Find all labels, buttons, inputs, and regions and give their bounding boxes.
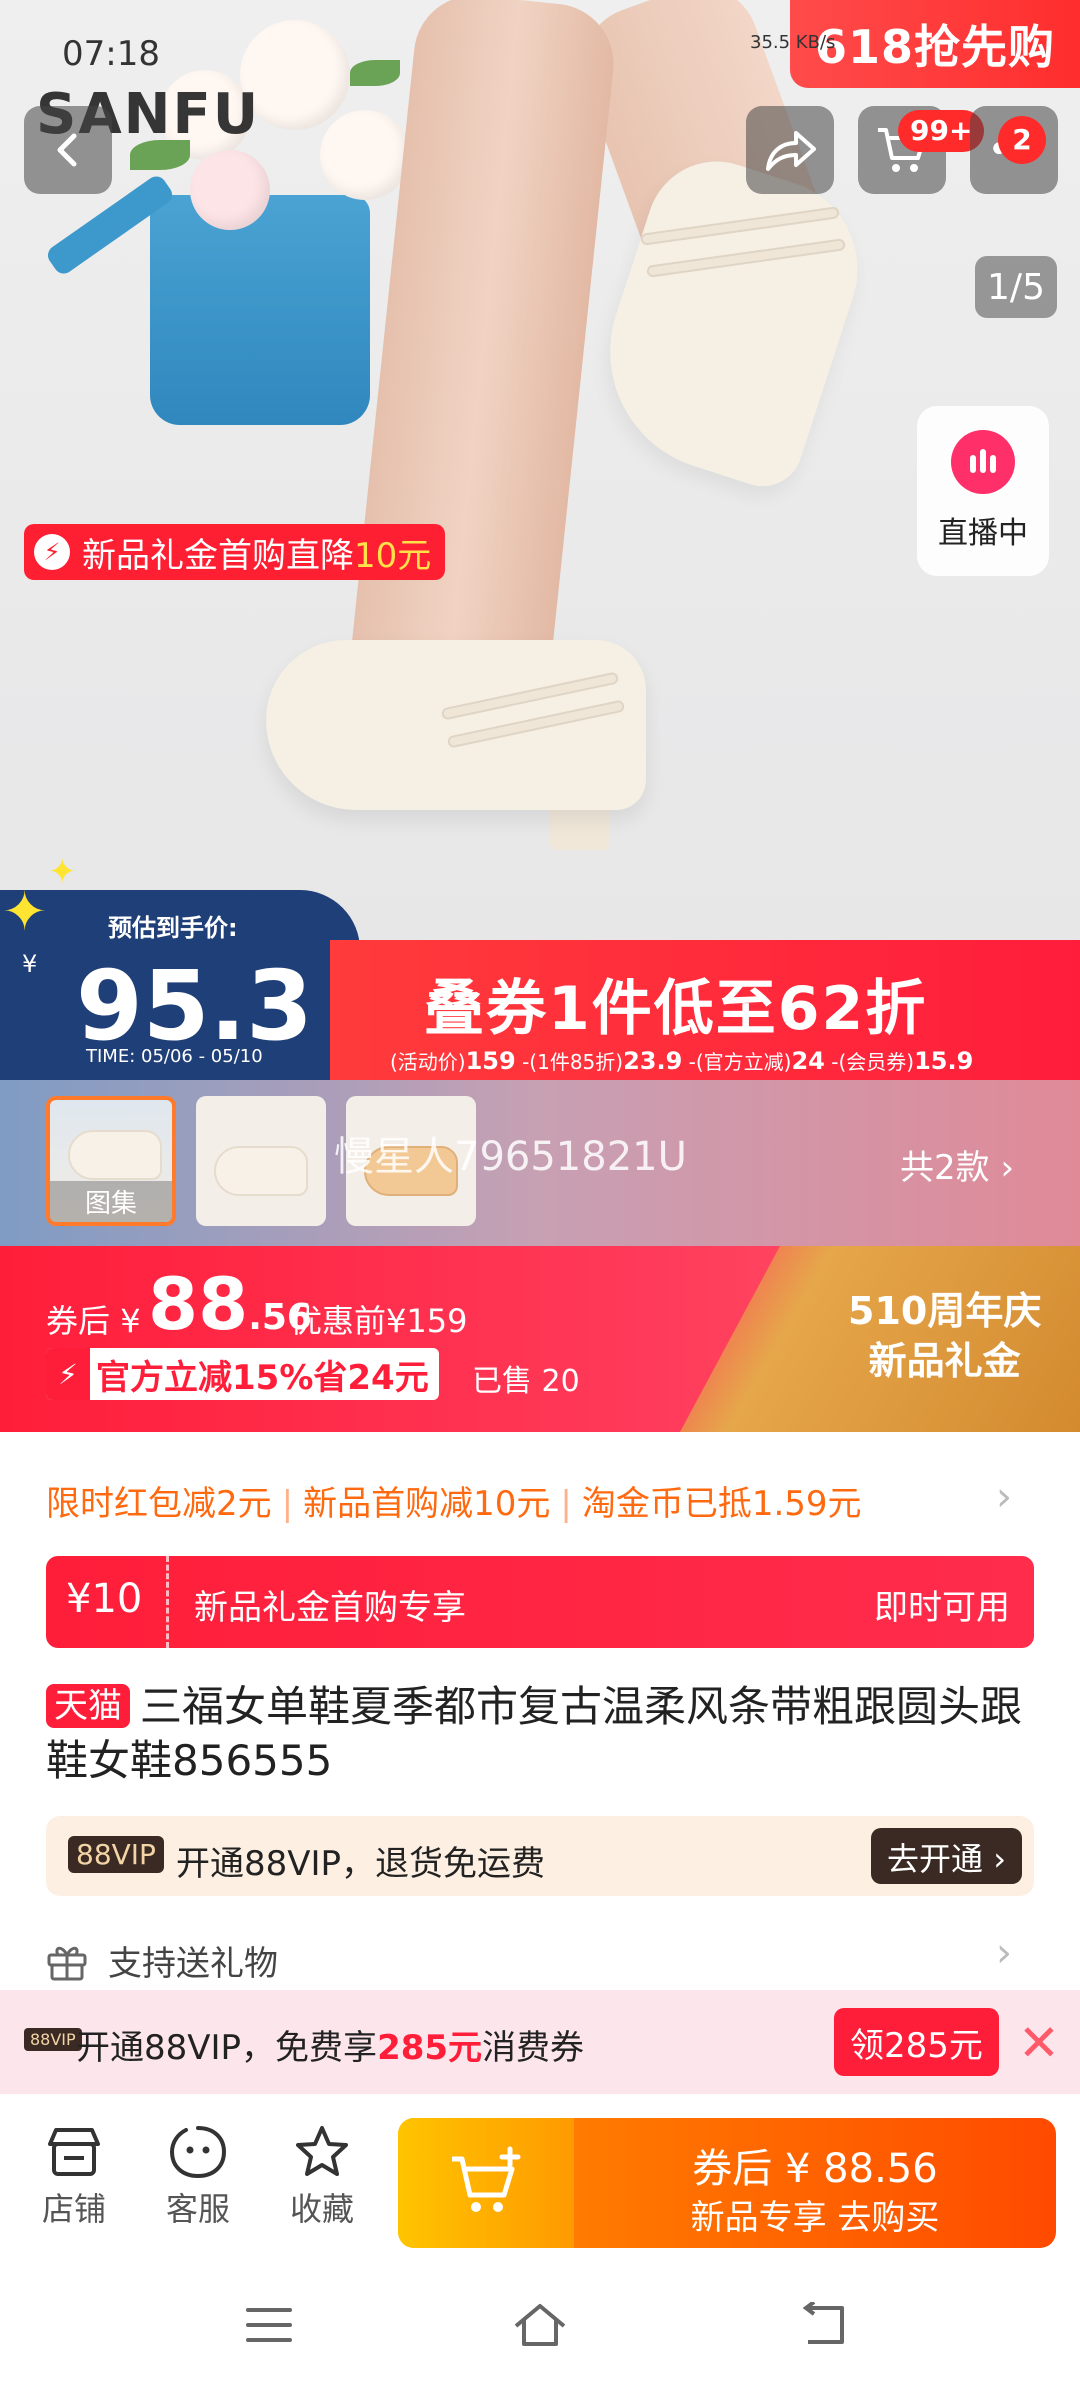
gift-icon (47, 1946, 87, 1980)
system-nav-bar (0, 2262, 1080, 2400)
menu-icon[interactable] (244, 2302, 294, 2348)
live-stream-button[interactable]: 直播中 (917, 406, 1049, 576)
coupon-desc: 新品礼金首购专享 (194, 1588, 466, 1628)
vip-badge: 88VIP (68, 1836, 164, 1873)
buy-label: 新品专享 去购买 (690, 2198, 940, 2238)
status-network: 35.5 KB/s (750, 32, 836, 53)
sold-count: 已售 20 (472, 1364, 580, 1399)
chat-face-icon (169, 2126, 227, 2179)
vip-promo-text: 开通88VIP，免费享285元消费券 (76, 2028, 585, 2068)
status-time: 07:18 (62, 34, 160, 74)
back-arrow-icon (57, 133, 77, 167)
buy-button[interactable]: 券后 ¥ 88.56 新品专享 去购买 (398, 2118, 1056, 2248)
store-icon (48, 2128, 100, 2176)
official-discount-tag: ⚡ 官方立减15%省24元 (46, 1348, 439, 1400)
shoe-image (266, 640, 646, 810)
vip-open-button[interactable]: 去开通 › (871, 1828, 1022, 1884)
vip-badge: 88VIP (24, 2028, 82, 2051)
back-button[interactable] (24, 106, 112, 194)
star-icon (296, 2126, 348, 2176)
shoe-image (579, 143, 881, 497)
new-product-promo-tag: ⚡ 新品礼金首购直降 10元 (24, 524, 446, 580)
lightning-icon: ⚡ (46, 1348, 90, 1400)
favorite-button[interactable]: 收藏 (272, 2124, 372, 2230)
customer-service-button[interactable]: 客服 (148, 2124, 248, 2230)
gallery-thumb-album[interactable]: 图集 (46, 1096, 176, 1226)
coupon-card[interactable]: ¥10 新品礼金首购专享 即时可用 (46, 1556, 1034, 1648)
bottom-action-bar: 店铺 客服 收藏 券后 ¥ 88.56 新品专享 去购买 (0, 2094, 1080, 2262)
sparkle-icon: ✦ (2, 880, 48, 943)
image-page-counter: 1/5 (975, 256, 1057, 318)
home-icon[interactable] (512, 2302, 568, 2348)
buy-price: 券后 ¥ 88.56 (692, 2146, 938, 2192)
chevron-right-icon[interactable]: › (996, 1474, 1012, 1520)
close-icon[interactable]: ✕ (1018, 2014, 1060, 2072)
original-price: 优惠前¥159 (290, 1302, 468, 1340)
chevron-right-icon[interactable]: › (996, 1930, 1012, 1976)
watermark-text: 慢星人79651821U (334, 1134, 687, 1180)
back-nav-icon[interactable] (800, 2302, 850, 2348)
variant-count-link[interactable]: 共2款 › (900, 1140, 1014, 1189)
estimate-time-range: TIME: 05/06 - 05/10 (86, 1046, 263, 1067)
add-to-cart-button[interactable] (398, 2118, 574, 2248)
stack-coupon-headline: 叠券1件低至62折 (424, 974, 928, 1044)
gift-support-row[interactable]: 支持送礼物 (46, 1936, 278, 1985)
vip-bar[interactable]: 88VIP 开通88VIP，退货免运费 去开通 › (46, 1816, 1034, 1896)
vip-promo-banner[interactable]: 88VIP 开通88VIP，免费享285元消费券 领285元 ✕ (0, 1990, 1080, 2094)
gallery-thumb-variant[interactable] (196, 1096, 326, 1226)
live-label: 直播中 (938, 516, 1028, 551)
estimate-label: 预估到手价: (108, 914, 238, 942)
share-icon (766, 131, 816, 171)
cart-plus-icon (452, 2146, 521, 2212)
chevron-right-icon: › (1000, 1148, 1015, 1188)
product-title: 天猫 三福女单鞋夏季都市复古温柔风条带粗跟圆头跟鞋女鞋856555 (46, 1682, 1023, 1785)
lightning-icon: ⚡ (34, 534, 70, 570)
price-breakdown: (活动价)159 -(1件85折)23.9 -(官方立减)24 -(会员券)15… (390, 1047, 974, 1075)
promotion-row[interactable]: 限时红包减2元 | 新品首购减10元 | 淘金币已抵1.59元 (46, 1476, 862, 1525)
share-button[interactable] (746, 106, 834, 194)
vip-text: 开通88VIP，退货免运费 (176, 1844, 546, 1884)
tmall-badge: 天猫 (46, 1684, 130, 1728)
store-button[interactable]: 店铺 (24, 2124, 124, 2230)
after-coupon-label: 券后 ¥ (46, 1302, 141, 1340)
get-coupon-button[interactable]: 领285元 (834, 2008, 999, 2076)
after-coupon-price: 88.56 (148, 1262, 312, 1346)
message-count-badge: 2 (998, 116, 1046, 164)
coupon-use-action[interactable]: 即时可用 (874, 1580, 1010, 1629)
anniversary-badge: 510周年庆 新品礼金 (848, 1289, 1042, 1383)
watering-can-decoration (150, 195, 370, 425)
live-icon (951, 430, 1015, 494)
product-detail-page: 618抢先购 07:18 35.5 KB/s SANFU 99+ • 2 1/5… (0, 0, 1080, 2400)
sparkle-icon: ✦ (48, 852, 77, 892)
coupon-amount: ¥10 (66, 1576, 143, 1622)
